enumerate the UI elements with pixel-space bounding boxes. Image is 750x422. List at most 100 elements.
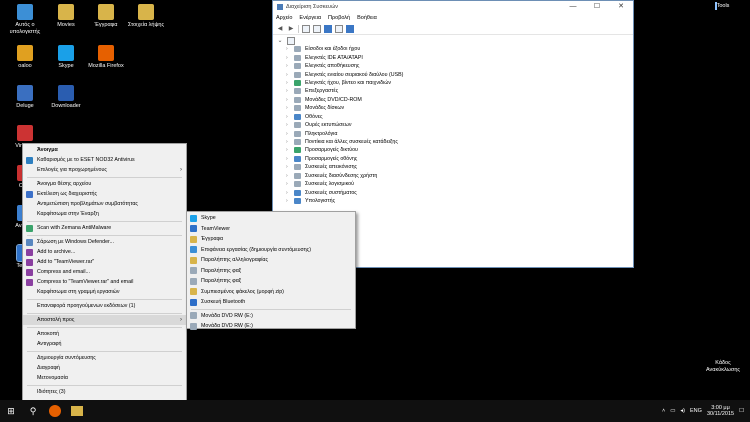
context-menu-item[interactable]: Αποστολή προς › — [23, 315, 186, 325]
menu-action[interactable]: Ενέργεια — [299, 15, 321, 21]
language-indicator[interactable]: ENG — [690, 408, 702, 414]
desktop-icon-movies[interactable]: Movies — [46, 4, 86, 29]
expand-icon[interactable]: › — [286, 131, 292, 137]
close-button[interactable]: ✕ — [609, 1, 633, 13]
send-to-item[interactable]: Παραλήπτης φαξ — [187, 266, 355, 277]
expand-icon[interactable]: › — [286, 181, 292, 187]
context-menu-item[interactable]: Αποκοπή — [23, 329, 186, 339]
send-to-item[interactable]: Συμπιεσμένος φάκελος (μορφή zip) — [187, 287, 355, 298]
device-category[interactable]: › Μονάδες DVD/CD-ROM — [276, 96, 633, 104]
send-to-item[interactable]: Επιφάνεια εργασίας (δημιουργία συντόμευσ… — [187, 245, 355, 256]
clock[interactable]: 3:00 μμ 30/11/2015 — [707, 405, 734, 418]
context-menu-item[interactable]: Διαγραφή — [23, 363, 186, 373]
menu-help[interactable]: Βοήθεια — [357, 15, 377, 21]
device-category[interactable]: › Ελεγκτές ενιαίου σειριακού διαύλου (USB… — [276, 70, 633, 78]
grid-icon[interactable] — [335, 24, 343, 33]
desktop-icon-deluge[interactable]: Deluge — [5, 85, 45, 110]
tree-root[interactable]: ⌄ — [276, 37, 633, 45]
expand-icon[interactable]: › — [286, 164, 292, 170]
context-menu-item[interactable]: Compress and email... — [23, 267, 186, 277]
desktop-icon-valoo[interactable]: oaloo — [5, 45, 45, 70]
context-menu-item[interactable]: Add to "TeamViewer.rar" — [23, 257, 186, 267]
send-to-item[interactable]: Παραλήπτης αλληλογραφίας — [187, 255, 355, 266]
desktop-icon-computer[interactable]: Αυτός ο υπολογιστής — [5, 4, 45, 35]
device-category[interactable]: › Οθόνες — [276, 113, 633, 121]
send-to-item[interactable]: Skype — [187, 213, 355, 224]
device-category[interactable]: › Συσκευές διασύνδεσης χρήστη — [276, 172, 633, 180]
device-category[interactable]: › Επεξεργαστές — [276, 87, 633, 95]
context-menu-item[interactable]: Scan with Zemana AntiMalware — [23, 223, 186, 233]
expand-icon[interactable]: › — [286, 97, 292, 103]
forward-icon[interactable]: ▶ — [287, 25, 295, 33]
notifications-icon[interactable]: ☐ — [739, 408, 744, 414]
device-category[interactable]: › Προσαρμογείς δικτύου — [276, 146, 633, 154]
expand-icon[interactable]: › — [286, 139, 292, 145]
device-manager-titlebar[interactable]: Διαχείριση Συσκευών — ☐ ✕ — [273, 1, 633, 13]
menu-view[interactable]: Προβολή — [328, 15, 350, 21]
desktop-icon-firefox[interactable]: Mozilla Firefox — [86, 45, 126, 70]
context-menu-item[interactable]: Επιλογές για προχωρημένους › — [23, 165, 186, 175]
expand-icon[interactable]: › — [286, 105, 292, 111]
expand-icon[interactable]: › — [286, 80, 292, 86]
context-menu-item[interactable]: Ιδιότητες (3) — [23, 387, 186, 397]
context-menu-item[interactable]: Αντιμετώπιση προβλημάτων συμβατότητας — [23, 199, 186, 209]
send-to-item[interactable]: Μονάδα DVD RW (E:) — [187, 311, 355, 322]
device-category[interactable]: › Είσοδοι και έξοδοι ήχου — [276, 45, 633, 53]
tray-chevron-icon[interactable]: ˄ — [662, 408, 665, 414]
desktop-icon-tools[interactable]: Tools — [707, 2, 737, 10]
desktop-icon-docs[interactable]: Έγγραφα — [86, 4, 126, 29]
context-menu-item[interactable]: Καθαρισμός με το ESET NOD32 Antivirus — [23, 155, 186, 165]
context-menu-item[interactable]: Μετονομασία — [23, 373, 186, 383]
expand-icon[interactable]: › — [286, 88, 292, 94]
device-category[interactable]: › Ουρές εκτυπώσεων — [276, 121, 633, 129]
back-icon[interactable]: ◀ — [276, 25, 284, 33]
properties-icon[interactable] — [302, 24, 310, 33]
device-category[interactable]: › Ελεγκτές αποθήκευσης — [276, 62, 633, 70]
collapse-icon[interactable]: ⌄ — [276, 37, 284, 45]
context-menu-item[interactable]: Compress to "TeamViewer.rar" and email — [23, 277, 186, 287]
context-menu-item[interactable]: Καρφίτσωμα στη γραμμή εργασιών — [23, 287, 186, 297]
device-category[interactable]: › Συσκευές λογισμικού — [276, 180, 633, 188]
send-to-item[interactable]: Έγγραφα — [187, 234, 355, 245]
desktop-icon-downloader[interactable]: Downloader — [46, 85, 86, 110]
expand-icon[interactable]: › — [286, 55, 292, 61]
context-menu-item[interactable]: Άνοιγμα — [23, 145, 186, 155]
expand-icon[interactable]: › — [286, 147, 292, 153]
context-menu-item[interactable]: Add to archive... — [23, 247, 186, 257]
device-category[interactable]: › Μονάδες δίσκων — [276, 104, 633, 112]
device-category[interactable]: › Πληκτρολόγια — [276, 129, 633, 137]
minimize-button[interactable]: — — [561, 1, 585, 13]
device-category[interactable]: › Ποντίκια και άλλες συσκευές κατάδειξης — [276, 138, 633, 146]
help-icon[interactable] — [324, 24, 332, 33]
expand-icon[interactable]: › — [286, 72, 292, 78]
desktop-icon-skype[interactable]: Skype — [46, 45, 86, 70]
expand-icon[interactable]: › — [286, 63, 292, 69]
start-button[interactable]: ⊞ — [0, 400, 22, 422]
expand-icon[interactable]: › — [286, 173, 292, 179]
network-icon[interactable]: ▭ — [670, 408, 675, 414]
expand-icon[interactable]: › — [286, 156, 292, 162]
send-to-item[interactable]: Συσκευή Bluetooth — [187, 297, 355, 308]
device-category[interactable]: › Ελεγκτές ήχου, βίντεο και παιχνιδιών — [276, 79, 633, 87]
desktop-icon-recycle-bin[interactable]: Κάδος Ανακύκλωσης — [700, 360, 746, 373]
desktop-icon-elements[interactable]: Στοιχεία λήψης — [126, 4, 166, 29]
taskbar-explorer[interactable] — [66, 400, 88, 422]
volume-icon[interactable]: ◂) — [680, 408, 685, 414]
device-category[interactable]: › Συσκευές απεικόνισης — [276, 163, 633, 171]
menu-file[interactable]: Αρχείο — [276, 15, 292, 21]
expand-icon[interactable]: › — [286, 190, 292, 196]
expand-icon[interactable]: › — [286, 198, 292, 204]
expand-icon[interactable]: › — [286, 122, 292, 128]
send-to-item[interactable]: TeamViewer — [187, 224, 355, 235]
maximize-button[interactable]: ☐ — [585, 1, 609, 13]
search-button[interactable]: ⚲ — [22, 400, 44, 422]
context-menu-item[interactable]: Επαναφορά προηγούμενων εκδόσεων (1) — [23, 301, 186, 311]
device-category[interactable]: › Ελεγκτές IDE ATA/ATAPI — [276, 53, 633, 61]
context-menu-item[interactable]: Σάρωση με Windows Defender... — [23, 237, 186, 247]
context-menu-item[interactable]: Δημιουργία συντόμευσης — [23, 353, 186, 363]
expand-icon[interactable]: › — [286, 46, 292, 52]
context-menu-item[interactable]: Εκτέλεση ως διαχειριστής — [23, 189, 186, 199]
send-to-item[interactable]: Παραλήπτης φαξ — [187, 276, 355, 287]
monitor-icon[interactable] — [346, 24, 354, 33]
device-category[interactable]: › Συσκευές συστήματος — [276, 188, 633, 196]
